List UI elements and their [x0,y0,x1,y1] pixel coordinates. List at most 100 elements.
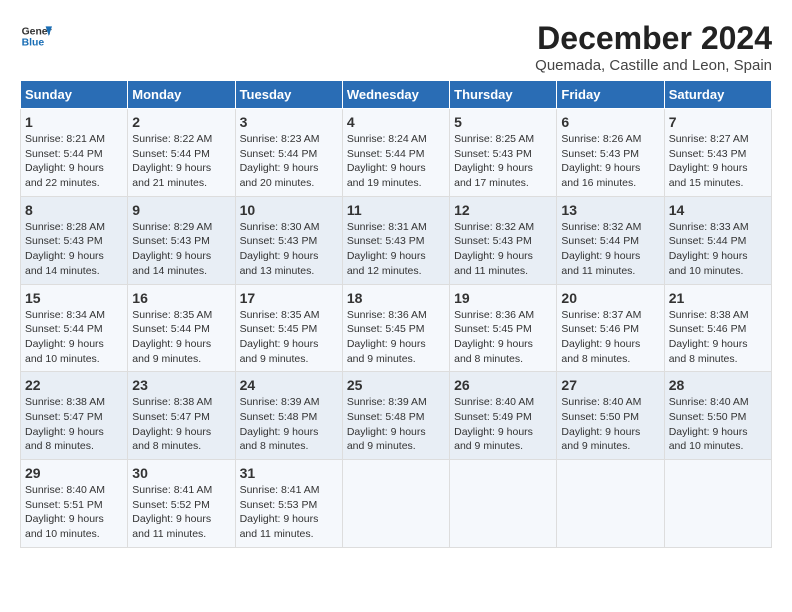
day-info: Sunrise: 8:31 AMSunset: 5:43 PMDaylight:… [347,220,445,279]
calendar-cell: 21Sunrise: 8:38 AMSunset: 5:46 PMDayligh… [664,284,771,372]
day-number: 29 [25,465,123,481]
day-number: 31 [240,465,338,481]
day-number: 8 [25,202,123,218]
calendar-cell: 31 Sunrise: 8:41 AMSunset: 5:53 PMDayligh… [235,460,342,548]
day-info: Sunrise: 8:38 AMSunset: 5:47 PMDaylight:… [25,395,123,454]
day-info: Sunrise: 8:39 AMSunset: 5:48 PMDaylight:… [240,395,338,454]
calendar-cell: 26 Sunrise: 8:40 AMSunset: 5:49 PMDayligh… [450,372,557,460]
day-number: 24 [240,377,338,393]
day-number: 14 [669,202,767,218]
day-number: 22 [25,377,123,393]
calendar-cell: 23 Sunrise: 8:38 AMSunset: 5:47 PMDayligh… [128,372,235,460]
day-number: 7 [669,114,767,130]
day-of-week-header: Monday [128,81,235,109]
day-number: 15 [25,290,123,306]
calendar-cell: 25Sunrise: 8:39 AMSunset: 5:48 PMDayligh… [342,372,449,460]
calendar-cell: 19Sunrise: 8:36 AMSunset: 5:45 PMDayligh… [450,284,557,372]
day-info: Sunrise: 8:33 AMSunset: 5:44 PMDaylight:… [669,220,767,279]
day-info: Sunrise: 8:40 AMSunset: 5:51 PMDaylight:… [25,483,123,542]
day-info: Sunrise: 8:32 AMSunset: 5:44 PMDaylight:… [561,220,659,279]
calendar-cell: 8 Sunrise: 8:28 AMSunset: 5:43 PMDaylight… [21,196,128,284]
day-info: Sunrise: 8:29 AMSunset: 5:43 PMDaylight:… [132,220,230,279]
day-info: Sunrise: 8:36 AMSunset: 5:45 PMDaylight:… [454,308,552,367]
day-number: 27 [561,377,659,393]
calendar-cell: 11 Sunrise: 8:31 AMSunset: 5:43 PMDayligh… [342,196,449,284]
day-info: Sunrise: 8:38 AMSunset: 5:47 PMDaylight:… [132,395,230,454]
day-of-week-header: Wednesday [342,81,449,109]
day-number: 23 [132,377,230,393]
calendar-week-row: 1Sunrise: 8:21 AMSunset: 5:44 PMDaylight… [21,109,772,197]
calendar-cell: 13 Sunrise: 8:32 AMSunset: 5:44 PMDayligh… [557,196,664,284]
day-info: Sunrise: 8:36 AMSunset: 5:45 PMDaylight:… [347,308,445,367]
day-info: Sunrise: 8:30 AMSunset: 5:43 PMDaylight:… [240,220,338,279]
title-block: December 2024 Quemada, Castille and Leon… [535,20,772,74]
day-number: 2 [132,114,230,130]
day-info: Sunrise: 8:24 AMSunset: 5:44 PMDaylight:… [347,132,445,191]
day-number: 5 [454,114,552,130]
calendar-cell: 1Sunrise: 8:21 AMSunset: 5:44 PMDaylight… [21,109,128,197]
day-number: 30 [132,465,230,481]
day-of-week-header: Friday [557,81,664,109]
day-info: Sunrise: 8:28 AMSunset: 5:43 PMDaylight:… [25,220,123,279]
day-info: Sunrise: 8:35 AMSunset: 5:45 PMDaylight:… [240,308,338,367]
day-number: 11 [347,202,445,218]
calendar-cell: 7 Sunrise: 8:27 AMSunset: 5:43 PMDaylight… [664,109,771,197]
calendar-cell: 12Sunrise: 8:32 AMSunset: 5:43 PMDayligh… [450,196,557,284]
day-number: 13 [561,202,659,218]
calendar-cell: 27 Sunrise: 8:40 AMSunset: 5:50 PMDayligh… [557,372,664,460]
calendar-week-row: 22 Sunrise: 8:38 AMSunset: 5:47 PMDayligh… [21,372,772,460]
day-info: Sunrise: 8:40 AMSunset: 5:50 PMDaylight:… [561,395,659,454]
day-number: 9 [132,202,230,218]
day-info: Sunrise: 8:41 AMSunset: 5:52 PMDaylight:… [132,483,230,542]
calendar-table: SundayMondayTuesdayWednesdayThursdayFrid… [20,80,772,548]
calendar-cell [664,460,771,548]
day-number: 16 [132,290,230,306]
calendar-cell: 16 Sunrise: 8:35 AMSunset: 5:44 PMDayligh… [128,284,235,372]
calendar-cell [557,460,664,548]
day-info: Sunrise: 8:34 AMSunset: 5:44 PMDaylight:… [25,308,123,367]
day-number: 3 [240,114,338,130]
calendar-cell: 10Sunrise: 8:30 AMSunset: 5:43 PMDayligh… [235,196,342,284]
calendar-cell: 24 Sunrise: 8:39 AMSunset: 5:48 PMDayligh… [235,372,342,460]
calendar-cell: 20 Sunrise: 8:37 AMSunset: 5:46 PMDayligh… [557,284,664,372]
calendar-cell: 6 Sunrise: 8:26 AMSunset: 5:43 PMDaylight… [557,109,664,197]
day-of-week-header: Thursday [450,81,557,109]
calendar-week-row: 29 Sunrise: 8:40 AMSunset: 5:51 PMDayligh… [21,460,772,548]
calendar-cell: 14 Sunrise: 8:33 AMSunset: 5:44 PMDayligh… [664,196,771,284]
day-info: Sunrise: 8:27 AMSunset: 5:43 PMDaylight:… [669,132,767,191]
day-of-week-header: Saturday [664,81,771,109]
day-number: 12 [454,202,552,218]
day-number: 6 [561,114,659,130]
day-info: Sunrise: 8:23 AMSunset: 5:44 PMDaylight:… [240,132,338,191]
calendar-cell: 9 Sunrise: 8:29 AMSunset: 5:43 PMDaylight… [128,196,235,284]
svg-text:Blue: Blue [22,38,45,49]
day-number: 26 [454,377,552,393]
subtitle: Quemada, Castille and Leon, Spain [535,57,772,74]
calendar-cell: 5Sunrise: 8:25 AMSunset: 5:43 PMDaylight… [450,109,557,197]
calendar-cell: 17Sunrise: 8:35 AMSunset: 5:45 PMDayligh… [235,284,342,372]
day-number: 21 [669,290,767,306]
logo: General Blue [20,20,52,52]
header-row: SundayMondayTuesdayWednesdayThursdayFrid… [21,81,772,109]
logo-icon: General Blue [20,20,52,52]
day-of-week-header: Sunday [21,81,128,109]
day-info: Sunrise: 8:22 AMSunset: 5:44 PMDaylight:… [132,132,230,191]
day-info: Sunrise: 8:40 AMSunset: 5:49 PMDaylight:… [454,395,552,454]
calendar-cell: 2 Sunrise: 8:22 AMSunset: 5:44 PMDaylight… [128,109,235,197]
calendar-cell: 4 Sunrise: 8:24 AMSunset: 5:44 PMDaylight… [342,109,449,197]
day-info: Sunrise: 8:41 AMSunset: 5:53 PMDaylight:… [240,483,338,542]
page-header: General Blue December 2024 Quemada, Cast… [20,20,772,74]
day-number: 20 [561,290,659,306]
day-number: 4 [347,114,445,130]
day-info: Sunrise: 8:37 AMSunset: 5:46 PMDaylight:… [561,308,659,367]
day-info: Sunrise: 8:39 AMSunset: 5:48 PMDaylight:… [347,395,445,454]
calendar-cell: 15 Sunrise: 8:34 AMSunset: 5:44 PMDayligh… [21,284,128,372]
day-info: Sunrise: 8:35 AMSunset: 5:44 PMDaylight:… [132,308,230,367]
calendar-cell: 30 Sunrise: 8:41 AMSunset: 5:52 PMDayligh… [128,460,235,548]
day-number: 28 [669,377,767,393]
calendar-cell: 3 Sunrise: 8:23 AMSunset: 5:44 PMDaylight… [235,109,342,197]
calendar-cell [342,460,449,548]
day-number: 1 [25,114,123,130]
calendar-cell [450,460,557,548]
day-info: Sunrise: 8:26 AMSunset: 5:43 PMDaylight:… [561,132,659,191]
